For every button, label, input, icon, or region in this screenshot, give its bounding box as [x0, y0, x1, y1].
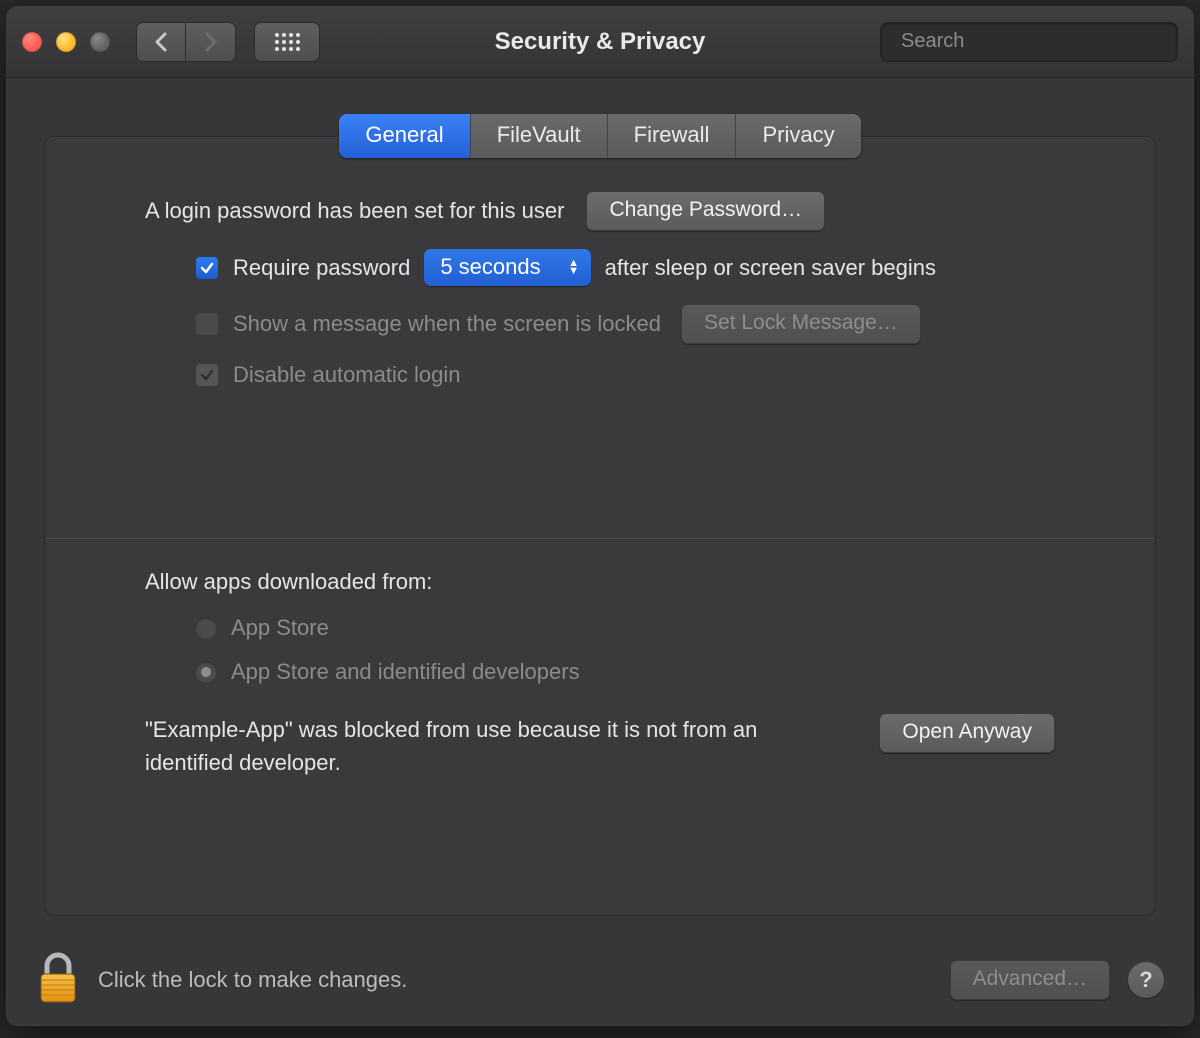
require-password-suffix: after sleep or screen saver begins	[605, 255, 936, 281]
chevron-left-icon	[154, 32, 168, 52]
preferences-window: Security & Privacy General FileVault Fir…	[6, 6, 1194, 1026]
forward-button[interactable]	[186, 22, 236, 62]
advanced-button[interactable]: Advanced…	[950, 960, 1110, 1000]
updown-arrows-icon: ▲▼	[563, 259, 585, 275]
show-all-button[interactable]	[254, 22, 320, 62]
disable-auto-login-label: Disable automatic login	[233, 362, 460, 388]
show-lock-message-label: Show a message when the screen is locked	[233, 311, 661, 337]
disable-auto-login-checkbox[interactable]	[195, 363, 219, 387]
tab-bar: General FileVault Firewall Privacy	[44, 114, 1156, 158]
tab-firewall[interactable]: Firewall	[608, 114, 737, 158]
allow-identified-developers-radio[interactable]	[195, 661, 217, 683]
grid-icon	[274, 32, 300, 52]
change-password-button[interactable]: Change Password…	[586, 191, 825, 231]
show-lock-message-checkbox[interactable]	[195, 312, 219, 336]
zoom-window-button[interactable]	[90, 32, 110, 52]
gatekeeper-section-label: Allow apps downloaded from:	[145, 569, 1055, 595]
login-password-status: A login password has been set for this u…	[145, 198, 564, 224]
tab-panel-general: A login password has been set for this u…	[44, 136, 1156, 916]
chevron-right-icon	[204, 32, 218, 52]
delay-value: 5 seconds	[440, 254, 540, 280]
search-input[interactable]	[901, 30, 1166, 53]
help-button[interactable]: ?	[1128, 962, 1164, 998]
tab-general[interactable]: General	[339, 114, 470, 158]
minimize-window-button[interactable]	[56, 32, 76, 52]
set-lock-message-button[interactable]: Set Lock Message…	[681, 304, 921, 344]
open-anyway-button[interactable]: Open Anyway	[879, 713, 1055, 753]
require-password-delay-select[interactable]: 5 seconds ▲▼	[424, 249, 590, 286]
allow-appstore-label: App Store	[231, 615, 329, 641]
allow-appstore-radio[interactable]	[195, 617, 217, 639]
lock-hint-text: Click the lock to make changes.	[98, 967, 407, 993]
blocked-app-message: "Example-App" was blocked from use becau…	[145, 713, 839, 779]
back-button[interactable]	[136, 22, 186, 62]
require-password-checkbox[interactable]	[195, 256, 219, 280]
content-area: General FileVault Firewall Privacy A log…	[6, 78, 1194, 916]
allow-identified-developers-label: App Store and identified developers	[231, 659, 580, 685]
question-mark-icon: ?	[1139, 967, 1152, 993]
checkmark-icon	[199, 260, 215, 276]
tab-filevault[interactable]: FileVault	[471, 114, 608, 158]
close-window-button[interactable]	[22, 32, 42, 52]
lock-icon[interactable]	[36, 952, 80, 1009]
section-divider	[45, 538, 1155, 539]
search-field[interactable]	[880, 22, 1178, 62]
title-bar: Security & Privacy	[6, 6, 1194, 78]
tab-privacy[interactable]: Privacy	[736, 114, 860, 158]
checkmark-icon	[199, 367, 215, 383]
nav-buttons	[136, 22, 236, 62]
window-controls	[22, 32, 110, 52]
require-password-label: Require password	[233, 255, 410, 281]
footer-bar: Click the lock to make changes. Advanced…	[6, 934, 1194, 1026]
